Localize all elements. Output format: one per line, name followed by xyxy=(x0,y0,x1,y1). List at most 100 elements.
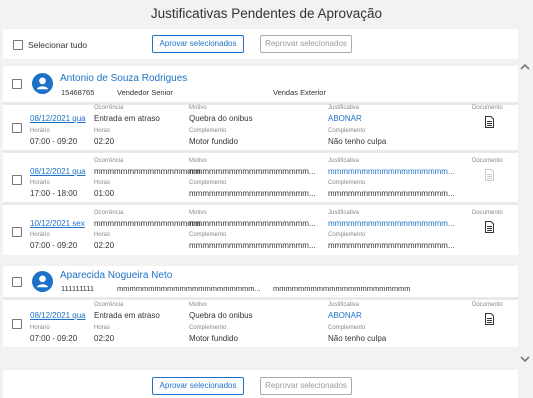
complemento-label: Complemento xyxy=(189,325,227,331)
reject-selected-button[interactable]: Reprovar selecionados xyxy=(260,377,352,395)
employee-role: Vendedor Senior xyxy=(117,88,173,97)
complemento-just-label: Complemento xyxy=(328,232,366,238)
record-justificativa: mmmmmmmmmmmmmmmmmm... xyxy=(328,219,455,228)
approve-selected-button[interactable]: Aprovar selecionados xyxy=(152,377,244,395)
employee-header: Antonio de Souza Rodrigues 15468765 Vend… xyxy=(3,66,518,102)
horas-label: Horas xyxy=(94,180,111,186)
chevron-up-icon[interactable] xyxy=(520,62,530,72)
complemento-just-label: Complemento xyxy=(328,180,366,186)
documento-label: Documento xyxy=(472,210,503,216)
complemento-label: Complemento xyxy=(189,180,227,186)
person-circle-icon xyxy=(32,271,53,292)
record-motivo: mmmmmmmmmmmmmmmmmm... xyxy=(189,219,316,228)
record-complemento: Motor fundido xyxy=(189,137,238,146)
record-motivo: mmmmmmmmmmmmmmmmmm... xyxy=(189,167,316,176)
justificativa-label: Justificativa xyxy=(328,158,360,164)
approve-selected-button[interactable]: Aprovar selecionados xyxy=(152,35,244,53)
complemento-label: Complemento xyxy=(189,232,227,238)
record-motivo: Quebra do onibus xyxy=(189,311,253,320)
page-title: Justificativas Pendentes de Aprovação xyxy=(150,6,383,21)
documento-label: Documento xyxy=(472,105,503,111)
record-complemento-justificativa: Não tenho culpa xyxy=(328,137,387,146)
record-horario: 07:00 - 09:20 xyxy=(30,241,78,250)
bottom-toolbar: Aprovar selecionados Reprovar selecionad… xyxy=(3,370,518,398)
record-complemento: mmmmmmmmmmmmmmmmmm... xyxy=(189,241,316,250)
record-justificativa: mmmmmmmmmmmmmmmmmm... xyxy=(328,167,455,176)
employee-name[interactable]: Aparecida Nogueira Neto xyxy=(60,270,172,281)
document-icon xyxy=(485,169,494,181)
record-complemento-justificativa: mmmmmmmmmmmmmmmmmm... xyxy=(328,189,455,198)
record-checkbox[interactable] xyxy=(12,123,22,133)
motivo-label: Motivo xyxy=(189,302,207,308)
horario-label: Horário xyxy=(30,232,50,238)
record-ocorrencia: mmmmmmmmmmmmmmmm xyxy=(94,219,201,228)
motivo-label: Motivo xyxy=(189,210,207,216)
record-checkbox[interactable] xyxy=(12,227,22,237)
documento-label: Documento xyxy=(472,302,503,308)
record-motivo: Quebra do onibus xyxy=(189,114,253,123)
employee-role: mmmmmmmmmmmmmmmmmmmmmm... xyxy=(117,284,261,293)
complemento-just-label: Complemento xyxy=(328,128,366,134)
record-row: 08/12/2021 qua Horário 07:00 - 09:20 Oco… xyxy=(3,105,518,150)
employee-department: Vendas Exterior xyxy=(273,88,326,97)
employee-id: 15468765 xyxy=(61,88,95,97)
record-justificativa: ABONAR xyxy=(328,114,362,123)
record-date-link[interactable]: 08/12/2021 qua xyxy=(30,167,86,176)
complemento-just-label: Complemento xyxy=(328,325,366,331)
horario-label: Horário xyxy=(30,128,50,134)
record-ocorrencia: Entrada em atraso xyxy=(94,114,160,123)
justificativa-label: Justificativa xyxy=(328,302,360,308)
record-horas: 02:20 xyxy=(94,334,115,343)
employee-checkbox[interactable] xyxy=(12,277,22,287)
ocorrencia-label: Ocorrência xyxy=(94,105,124,111)
employee-department: mmmmmmmmmmmmmmmmmmmmmm xyxy=(273,284,411,293)
employee-name[interactable]: Antonio de Souza Rodrigues xyxy=(60,73,187,84)
document-icon[interactable] xyxy=(485,116,494,128)
top-toolbar: Selecionar tudo Aprovar selecionados Rep… xyxy=(3,29,518,59)
record-date-link[interactable]: 08/12/2021 qua xyxy=(30,311,86,320)
chevron-down-icon[interactable] xyxy=(520,354,530,364)
horas-label: Horas xyxy=(94,232,111,238)
scrollbar[interactable] xyxy=(518,60,533,366)
employee-checkbox[interactable] xyxy=(12,79,22,89)
record-horas: 01:00 xyxy=(94,189,115,198)
record-date-link[interactable]: 08/12/2021 qua xyxy=(30,114,86,123)
select-all-label: Selecionar tudo xyxy=(28,40,88,50)
record-row: 08/12/2021 qua Horário 07:00 - 09:20 Oco… xyxy=(3,300,518,347)
record-ocorrencia: Entrada em atraso xyxy=(94,311,160,320)
record-checkbox[interactable] xyxy=(12,319,22,329)
motivo-label: Motivo xyxy=(189,158,207,164)
record-complemento-justificativa: mmmmmmmmmmmmmmmmmm... xyxy=(328,241,455,250)
record-complemento: mmmmmmmmmmmmmmmmmm... xyxy=(189,189,316,198)
horario-label: Horário xyxy=(30,325,50,331)
justificativa-label: Justificativa xyxy=(328,105,360,111)
employee-header: Aparecida Nogueira Neto 111111111 mmmmmm… xyxy=(3,266,518,297)
person-circle-icon xyxy=(32,73,53,94)
employee-id: 111111111 xyxy=(61,284,95,293)
horario-label: Horário xyxy=(30,180,50,186)
record-row: 10/12/2021 sex Horário 07:00 - 09:20 Oco… xyxy=(3,205,518,255)
record-ocorrencia: mmmmmmmmmmmmmmmm xyxy=(94,167,201,176)
document-icon[interactable] xyxy=(485,313,494,325)
horas-label: Horas xyxy=(94,325,111,331)
record-date-link[interactable]: 10/12/2021 sex xyxy=(30,219,85,228)
select-all-checkbox[interactable] xyxy=(13,40,23,50)
complemento-label: Complemento xyxy=(189,128,227,134)
documento-label: Documento xyxy=(472,158,503,164)
ocorrencia-label: Ocorrência xyxy=(94,302,124,308)
record-horario: 17:00 - 18:00 xyxy=(30,189,78,198)
ocorrencia-label: Ocorrência xyxy=(94,210,124,216)
record-horas: 02:20 xyxy=(94,137,115,146)
record-justificativa: ABONAR xyxy=(328,311,362,320)
record-horario: 07:00 - 09:20 xyxy=(30,137,78,146)
record-checkbox[interactable] xyxy=(12,175,22,185)
record-horario: 07:00 - 09:20 xyxy=(30,334,78,343)
justificativa-label: Justificativa xyxy=(328,210,360,216)
motivo-label: Motivo xyxy=(189,105,207,111)
document-icon[interactable] xyxy=(485,221,494,233)
reject-selected-button[interactable]: Reprovar selecionados xyxy=(260,35,352,53)
horas-label: Horas xyxy=(94,128,111,134)
record-row: 08/12/2021 qua Horário 17:00 - 18:00 Oco… xyxy=(3,153,518,202)
ocorrencia-label: Ocorrência xyxy=(94,158,124,164)
record-complemento-justificativa: Não tenho culpa xyxy=(328,334,387,343)
